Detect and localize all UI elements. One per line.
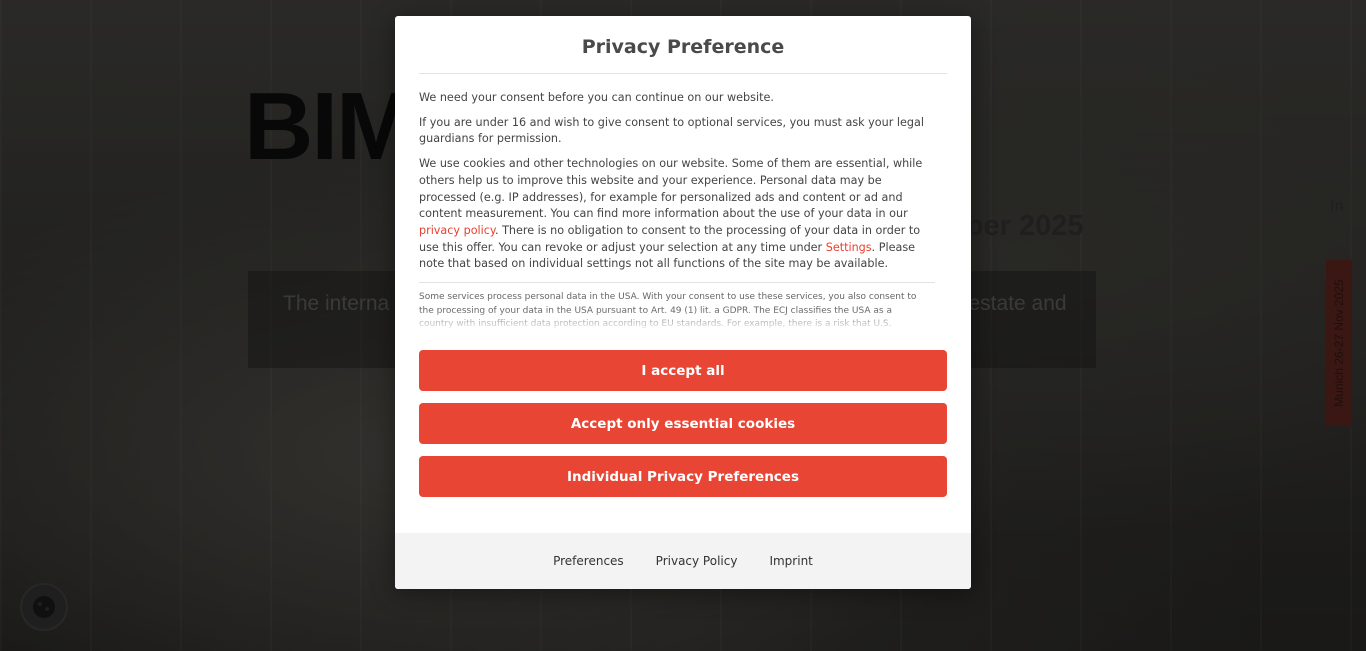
footer-preferences-link[interactable]: Preferences [553, 554, 624, 568]
modal-title: Privacy Preference [581, 36, 785, 58]
privacy-policy-link[interactable]: privacy policy [419, 224, 495, 237]
accept-all-button[interactable]: I accept all [419, 350, 947, 391]
individual-preferences-button[interactable]: Individual Privacy Preferences [419, 456, 947, 497]
cookies-text-1: We use cookies and other technologies on… [419, 157, 923, 221]
consent-paragraph: We need your consent before you can cont… [419, 91, 774, 104]
settings-link[interactable]: Settings [826, 241, 872, 254]
under16-paragraph: If you are under 16 and wish to give con… [419, 115, 924, 146]
privacy-modal: Privacy Preference We need your consent … [395, 16, 971, 589]
modal-footer: Preferences Privacy Policy Imprint [395, 533, 971, 589]
usa-divider [419, 282, 935, 283]
usa-note-fade [419, 310, 935, 332]
title-divider [419, 73, 947, 74]
footer-imprint-link[interactable]: Imprint [769, 554, 812, 568]
footer-privacy-policy-link[interactable]: Privacy Policy [656, 554, 738, 568]
accept-essential-button[interactable]: Accept only essential cookies [419, 403, 947, 444]
cookies-paragraph: We use cookies and other technologies on… [419, 156, 935, 273]
